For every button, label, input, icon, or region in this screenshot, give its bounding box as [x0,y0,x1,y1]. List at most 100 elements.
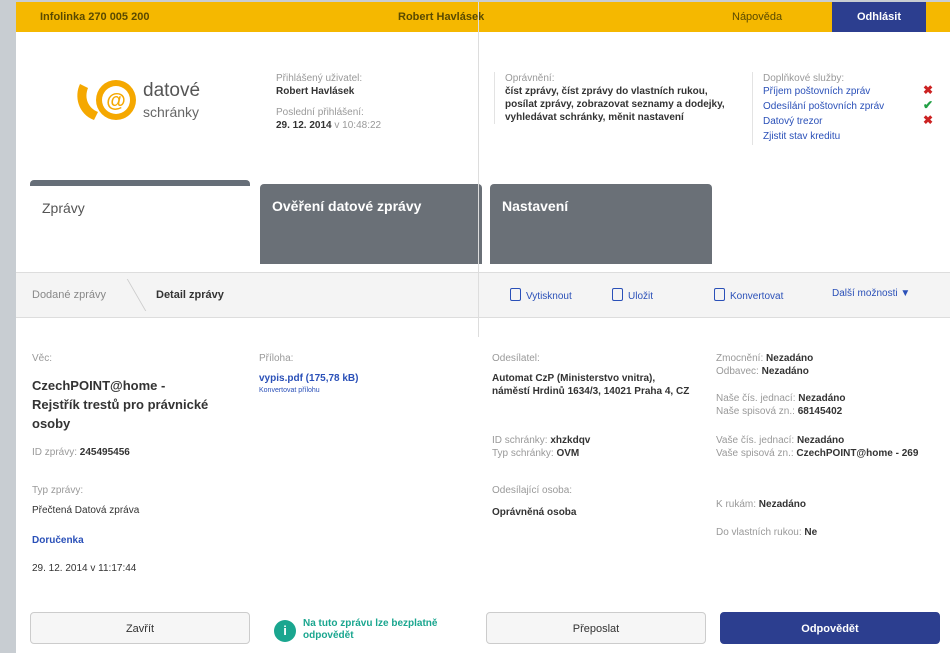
our-ref-label: Naše čís. jednací: [716,393,796,404]
sender-name: Automat CzP (Ministerstvo vnitra), náměs… [492,373,690,397]
cross-icon: ✖ [923,83,934,97]
more-options-button[interactable]: Další možnosti ▼ [832,288,910,299]
service-postal-receive-link[interactable]: Příjem poštovních zpráv [763,86,870,97]
your-ref-row: Vaše čís. jednací: Nezadáno [716,434,844,447]
message-subject: CzechPOINT@home - Rejstřík trestů pro pr… [32,378,209,431]
our-ref-row: Naše čís. jednací: Nezadáno [716,392,846,405]
service-item: Příjem poštovních zpráv ✖ [763,83,950,100]
window-shadow [0,0,16,653]
breadcrumb-detail: Detail zprávy [156,289,224,301]
box-type-row: Typ schránky: OVM [492,447,579,460]
convert-attachment-link[interactable]: Konvertovat přílohu [259,386,320,395]
box-type-label: Typ schránky: [492,448,554,459]
attn-label: K rukám: [716,499,757,510]
delivery-date: 29. 12. 2014 v 11:17:44 [32,563,137,574]
breadcrumb-delivered[interactable]: Dodané zprávy [32,289,106,301]
permissions-label: Oprávnění: [505,73,555,84]
last-login-time: v 10:48:22 [334,120,382,131]
recipient-row: Odbavec: Nezadáno [716,365,809,378]
convert-icon [714,288,725,301]
your-file-row: Vaše spisová zn.: CzechPOINT@home - 269 [716,447,938,460]
own-hands-value: Ne [804,527,818,538]
box-id: xhzkdqv [550,435,591,446]
reply-free-info: Na tuto zprávu lze bezplatně odpovědět [303,618,438,641]
tab-settings[interactable]: Nastavení [490,184,712,264]
convert-label: Konvertovat [730,291,784,302]
box-id-label: ID schránky: [492,435,548,446]
last-login-label: Poslední přihlášení: [276,107,364,118]
sending-person-label: Odesílající osoba: [492,485,573,496]
authorized-label: Zmocnění: [716,353,764,364]
service-item: Zjistit stav kreditu [763,130,950,145]
message-toolbar: Dodané zprávy Detail zprávy Vytisknout U… [16,272,950,318]
top-bar: Infolinka 270 005 200 Robert Havlásek Ná… [16,2,950,32]
print-label: Vytisknout [526,291,572,302]
forward-button[interactable]: Přeposlat [486,612,706,644]
content-divider [478,2,479,337]
attachment-label: Příloha: [259,353,294,364]
last-login-date: 29. 12. 2014 [276,120,332,131]
cross-icon: ✖ [923,113,934,127]
close-button[interactable]: Zavřít [30,612,250,644]
breadcrumb-separator [104,279,147,311]
delivery-receipt-link[interactable]: Doručenka [32,534,84,547]
your-file-label: Vaše spisová zn.: [716,448,794,459]
sending-person: Oprávněná osoba [492,507,577,518]
tab-settings-label: Nastavení [502,198,569,214]
sender-label: Odesílatel: [492,353,540,364]
account-info: Přihlášený uživatel: Robert Havlásek Pos… [276,72,486,132]
attachment-link[interactable]: vypis.pdf (175,78 kB) [259,372,358,385]
box-type: OVM [556,448,580,459]
your-ref-label: Vaše čís. jednací: [716,435,795,446]
logo-text-line1: datové [143,80,201,101]
svg-text:@: @ [106,90,126,112]
permissions-text: číst zprávy, číst zprávy do vlastních ru… [505,86,725,123]
own-hands-row: Do vlastních rukou: Ne [716,526,817,539]
box-id-row: ID schránky: xhzkdqv [492,434,590,447]
message-id-label: ID zprávy: [32,447,78,458]
service-data-vault-link[interactable]: Datový trezor [763,116,822,127]
service-credit-link[interactable]: Zjistit stav kreditu [763,131,840,142]
help-link[interactable]: Nápověda [732,11,782,23]
info-icon: i [274,620,296,642]
message-id: 245495456 [79,447,130,458]
user-name: Robert Havlásek [276,86,355,97]
app-frame: Infolinka 270 005 200 Robert Havlásek Ná… [16,2,950,653]
subject-label: Věc: [32,353,53,364]
message-type: Přečtená Datová zpráva [32,505,140,516]
print-button[interactable]: Vytisknout [510,288,572,302]
permissions-info: Oprávnění: číst zprávy, číst zprávy do v… [494,72,735,124]
services-label: Doplňkové služby: [763,73,845,84]
current-user: Robert Havlásek [398,11,485,23]
our-file-row: Naše spisová zn.: 68145402 [716,405,842,418]
save-label: Uložit [628,291,654,302]
logo-icon: @ [77,80,136,120]
message-id-row: ID zprávy: 245495456 [32,446,130,459]
authorized-row: Zmocnění: Nezadáno [716,352,813,365]
attn-value: Nezadáno [758,499,807,510]
services-info: Doplňkové služby: Příjem poštovních zprá… [752,72,950,145]
service-item: Odesílání poštovních zpráv ✔ [763,99,950,115]
authorized-value: Nezadáno [766,353,814,364]
logout-button[interactable]: Odhlásit [832,2,926,32]
attn-row: K rukám: Nezadáno [716,498,806,511]
recipient-label: Odbavec: [716,366,759,377]
our-ref-value: Nezadáno [798,393,846,404]
logo[interactable]: @ datové schránky [72,72,232,142]
tab-messages[interactable]: Zprávy [30,180,250,270]
tab-verify-label: Ověření datové zprávy [272,198,422,214]
convert-button[interactable]: Konvertovat [714,288,783,302]
our-file-label: Naše spisová zn.: [716,406,795,417]
message-type-label: Typ zprávy: [32,485,84,496]
your-file-value: CzechPOINT@home - 269 [796,448,919,459]
reply-button[interactable]: Odpovědět [720,612,940,644]
save-button[interactable]: Uložit [612,288,653,302]
logo-text-line2: schránky [143,104,200,120]
service-item: Datový trezor ✖ [763,113,950,130]
recipient-value: Nezadáno [761,366,809,377]
tab-verify-message[interactable]: Ověření datové zprávy [260,184,482,264]
service-postal-send-link[interactable]: Odesílání poštovních zpráv [763,101,884,112]
your-ref-value: Nezadáno [796,435,845,446]
our-file-value: 68145402 [797,406,843,417]
tab-messages-label: Zprávy [42,200,85,216]
